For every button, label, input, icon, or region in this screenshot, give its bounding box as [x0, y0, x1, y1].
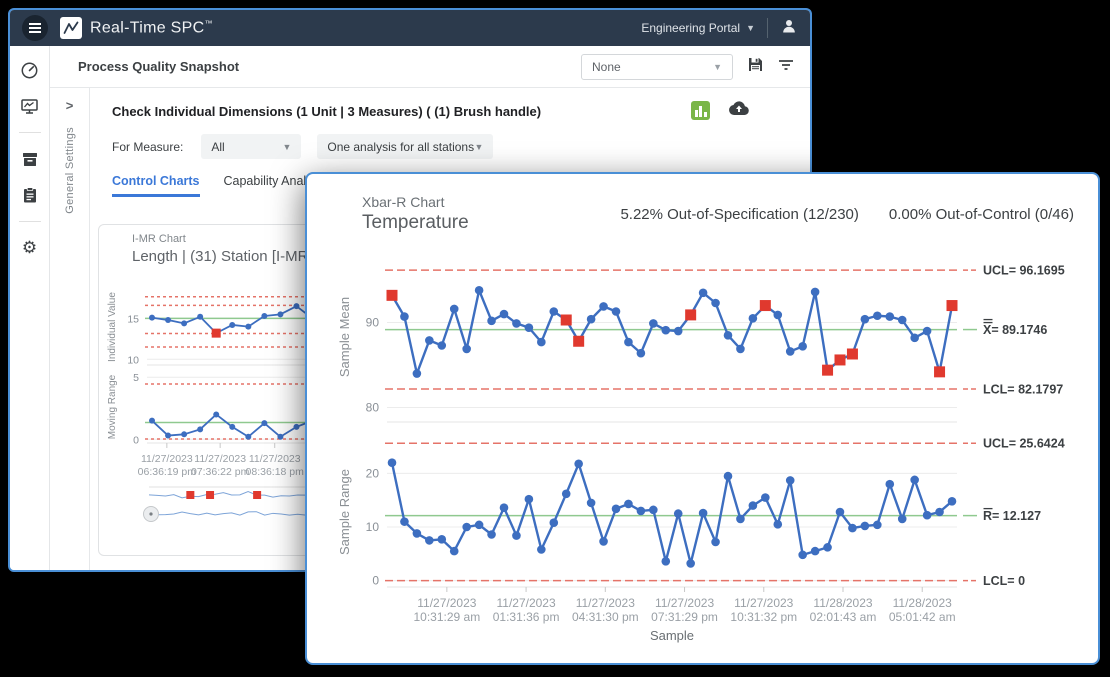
- svg-text:11/27/2023: 11/27/2023: [576, 596, 635, 610]
- xbar-r-window: Xbar-R Chart Temperature 5.22% Out-of-Sp…: [305, 172, 1100, 665]
- svg-text:Sample Mean: Sample Mean: [337, 297, 352, 377]
- svg-text:5: 5: [133, 372, 139, 384]
- svg-text:11/28/2023: 11/28/2023: [813, 596, 872, 610]
- xbar-stats: 5.22% Out-of-Specification (12/230) 0.00…: [620, 206, 1074, 223]
- svg-text:11/27/2023: 11/27/2023: [734, 596, 793, 610]
- svg-text:11/27/2023: 11/27/2023: [249, 453, 301, 465]
- analysis-title: Check Individual Dimensions (1 Unit | 3 …: [112, 104, 541, 119]
- svg-text:11/27/2023: 11/27/2023: [194, 453, 246, 465]
- svg-text:04:31:30 pm: 04:31:30 pm: [572, 610, 639, 624]
- measure-dropdown[interactable]: All ▼: [201, 134, 301, 159]
- out-of-spec-stat: 5.22% Out-of-Specification (12/230): [620, 206, 858, 223]
- svg-text:07:31:29 pm: 07:31:29 pm: [651, 610, 718, 624]
- svg-text:11/28/2023: 11/28/2023: [893, 596, 952, 610]
- xbar-r-chart[interactable]: 80 90 UCL= 96.1695 X= 89.1746 LCL= 82.1797 Sa…: [325, 242, 1095, 654]
- app-header: Real-Time SPC™ Engineering Portal ▼: [10, 10, 810, 46]
- portal-label: Engineering Portal: [641, 21, 740, 35]
- svg-text:Sample Range: Sample Range: [337, 469, 352, 555]
- expand-chevron-icon[interactable]: >: [66, 98, 74, 113]
- bar-chart-button[interactable]: [691, 101, 710, 120]
- template-dropdown[interactable]: None ▼: [581, 54, 733, 80]
- page-title: Process Quality Snapshot: [78, 59, 239, 74]
- header-divider: [767, 18, 768, 38]
- for-measure-label: For Measure:: [112, 140, 183, 154]
- menu-icon[interactable]: [22, 15, 48, 41]
- chevron-down-icon: ▼: [713, 62, 722, 72]
- svg-text:UCL= 25.6424: UCL= 25.6424: [983, 437, 1065, 451]
- tab-control-charts[interactable]: Control Charts: [112, 174, 200, 197]
- svg-text:LCL= 82.1797: LCL= 82.1797: [983, 383, 1063, 397]
- dashboard-gauge-icon[interactable]: [20, 60, 40, 80]
- xbar-chart-title: Temperature: [362, 212, 469, 234]
- user-icon[interactable]: [780, 17, 798, 40]
- general-settings-label: General Settings: [64, 127, 76, 214]
- svg-text:08:36:18 pm: 08:36:18 pm: [246, 466, 305, 478]
- settings-gear-icon[interactable]: ⚙: [20, 238, 40, 258]
- tabs: Control Charts Capability Analysis: [112, 174, 328, 197]
- sidebar-divider: [19, 221, 41, 222]
- svg-text:X= 89.1746: X= 89.1746: [983, 323, 1047, 337]
- page-toolbar: Process Quality Snapshot None ▼: [50, 46, 810, 88]
- svg-text:R= 12.127: R= 12.127: [983, 509, 1041, 523]
- svg-text:0: 0: [133, 434, 139, 446]
- chevron-down-icon: ▼: [282, 142, 291, 152]
- svg-text:07:36:22 pm: 07:36:22 pm: [191, 466, 250, 478]
- sidebar: ⚙: [10, 46, 50, 570]
- svg-text:80: 80: [366, 401, 380, 415]
- out-of-control-stat: 0.00% Out-of-Control (0/46): [889, 206, 1074, 223]
- svg-text:LCL= 0: LCL= 0: [983, 574, 1025, 588]
- svg-text:11/27/2023: 11/27/2023: [655, 596, 714, 610]
- svg-text:02:01:43 am: 02:01:43 am: [810, 610, 877, 624]
- svg-text:Moving Range: Moving Range: [107, 374, 118, 439]
- svg-text:Sample: Sample: [650, 628, 694, 643]
- svg-text:11/27/2023: 11/27/2023: [141, 453, 193, 465]
- trademark: ™: [204, 19, 212, 28]
- portal-dropdown[interactable]: Engineering Portal ▼: [641, 21, 755, 35]
- sidebar-divider: [19, 132, 41, 133]
- screen: Real-Time SPC™ Engineering Portal ▼: [0, 0, 1110, 677]
- app-logo-icon: [60, 17, 82, 39]
- svg-text:01:31:36 pm: 01:31:36 pm: [493, 610, 560, 624]
- svg-text:10:31:29 am: 10:31:29 am: [413, 610, 480, 624]
- svg-text:05:01:42 am: 05:01:42 am: [889, 610, 956, 624]
- app-title: Real-Time SPC™: [90, 19, 213, 37]
- station-dropdown-value: One analysis for all stations: [327, 140, 474, 154]
- save-icon[interactable]: [747, 56, 764, 78]
- svg-text:15: 15: [127, 313, 139, 325]
- svg-text:11/27/2023: 11/27/2023: [417, 596, 476, 610]
- imr-chart-type-label: I-MR Chart: [132, 233, 186, 245]
- svg-text:10: 10: [366, 520, 380, 534]
- svg-text:90: 90: [366, 316, 380, 330]
- template-dropdown-value: None: [592, 60, 621, 74]
- chevron-down-icon: ▼: [746, 23, 755, 33]
- svg-text:UCL= 96.1695: UCL= 96.1695: [983, 264, 1065, 278]
- filter-icon[interactable]: [778, 57, 794, 78]
- general-settings-strip: > General Settings: [50, 88, 90, 570]
- svg-text:10: 10: [127, 354, 139, 366]
- svg-text:0: 0: [372, 574, 379, 588]
- measure-row: For Measure: All ▼ One analysis for all …: [112, 134, 493, 159]
- monitor-chart-icon[interactable]: [20, 96, 40, 116]
- measure-dropdown-value: All: [211, 140, 224, 154]
- svg-text:11/27/2023: 11/27/2023: [496, 596, 555, 610]
- xbar-chart-type-label: Xbar-R Chart: [362, 194, 444, 210]
- clipboard-icon[interactable]: [20, 185, 40, 205]
- svg-text:20: 20: [366, 466, 380, 480]
- station-analysis-dropdown[interactable]: One analysis for all stations ▼: [317, 134, 493, 159]
- cloud-upload-icon[interactable]: [728, 100, 750, 121]
- svg-text:Individual Value: Individual Value: [107, 292, 118, 362]
- archive-icon[interactable]: [20, 149, 40, 169]
- svg-text:10:31:32 pm: 10:31:32 pm: [730, 610, 797, 624]
- svg-text:06:36:19 pm: 06:36:19 pm: [138, 466, 197, 478]
- chevron-down-icon: ▼: [474, 142, 483, 152]
